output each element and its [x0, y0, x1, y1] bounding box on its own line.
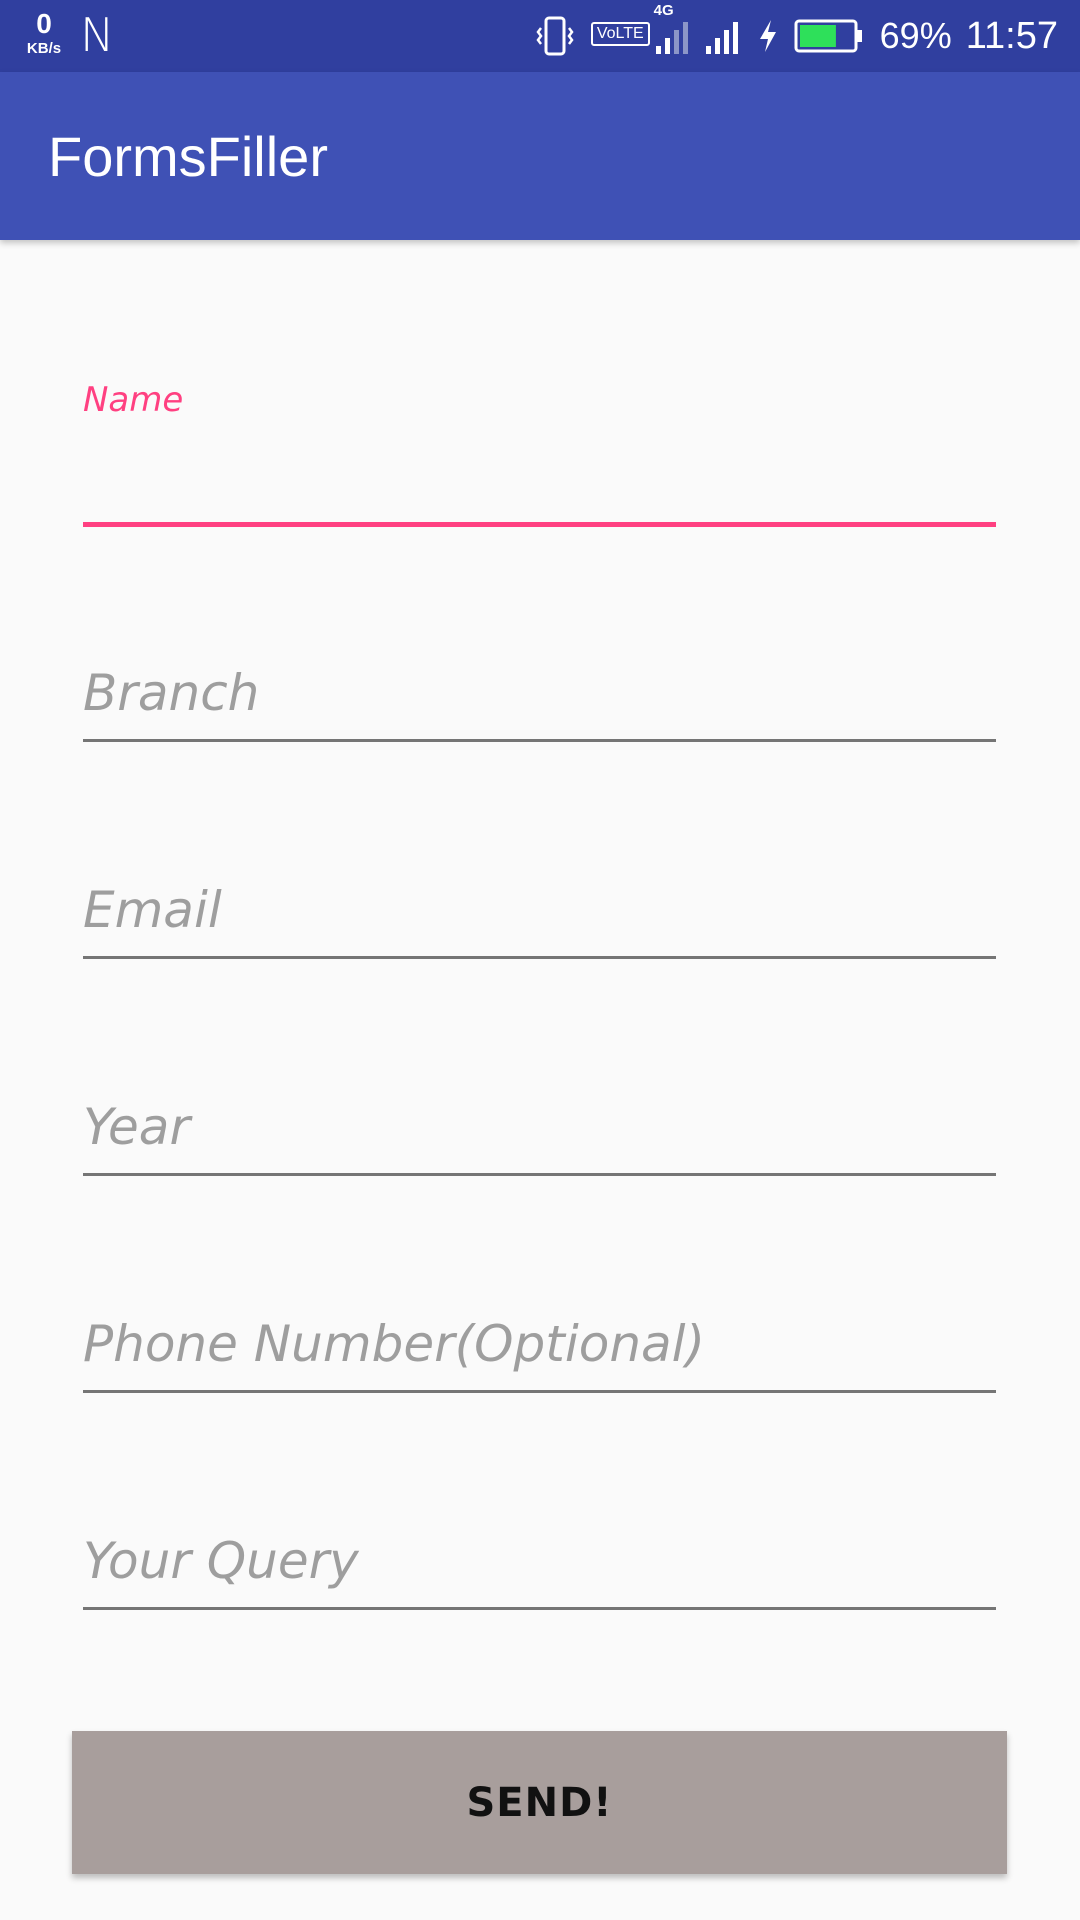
network-type-label: 4G: [653, 2, 674, 19]
app-bar: FormsFiller: [0, 72, 1080, 240]
email-hint: Email: [83, 881, 222, 939]
app-title: FormsFiller: [48, 125, 328, 188]
send-button[interactable]: SEND!: [72, 1731, 1007, 1874]
name-field[interactable]: Name: [83, 380, 996, 530]
name-underline: [83, 522, 996, 527]
year-field[interactable]: Year: [83, 1094, 996, 1178]
email-field[interactable]: Email: [83, 877, 996, 961]
query-underline: [83, 1607, 996, 1610]
status-icons: VoLTE 4G 69% 11:57: [519, 0, 1058, 72]
query-field[interactable]: Your Query: [83, 1528, 996, 1612]
signal-icon: [704, 16, 742, 56]
network-speed: 0 KB/s: [22, 8, 66, 57]
query-hint: Your Query: [83, 1532, 359, 1590]
branch-hint: Branch: [83, 664, 260, 722]
phone-hint: Phone Number(Optional): [83, 1315, 706, 1373]
clock-time: 11:57: [965, 14, 1058, 57]
vibrate-icon: [533, 14, 577, 58]
status-bar: 0 KB/s N VoLTE 4G 69% 11:57: [0, 0, 1080, 72]
phone-underline: [83, 1390, 996, 1393]
signal-4g-icon: 4G: [654, 2, 690, 56]
year-hint: Year: [83, 1098, 191, 1156]
notification-n-icon: N: [80, 8, 115, 62]
battery-percent: 69%: [879, 15, 952, 56]
year-underline: [83, 1173, 996, 1176]
name-label: Name: [83, 380, 184, 420]
phone-field[interactable]: Phone Number(Optional): [83, 1311, 996, 1395]
network-speed-unit: KB/s: [26, 40, 62, 57]
network-speed-value: 0: [36, 8, 52, 39]
battery-icon: [794, 18, 864, 54]
branch-field[interactable]: Branch: [83, 660, 996, 744]
email-underline: [83, 956, 996, 959]
charging-icon: [756, 16, 780, 56]
volte-icon: VoLTE: [590, 22, 650, 46]
branch-underline: [83, 739, 996, 742]
